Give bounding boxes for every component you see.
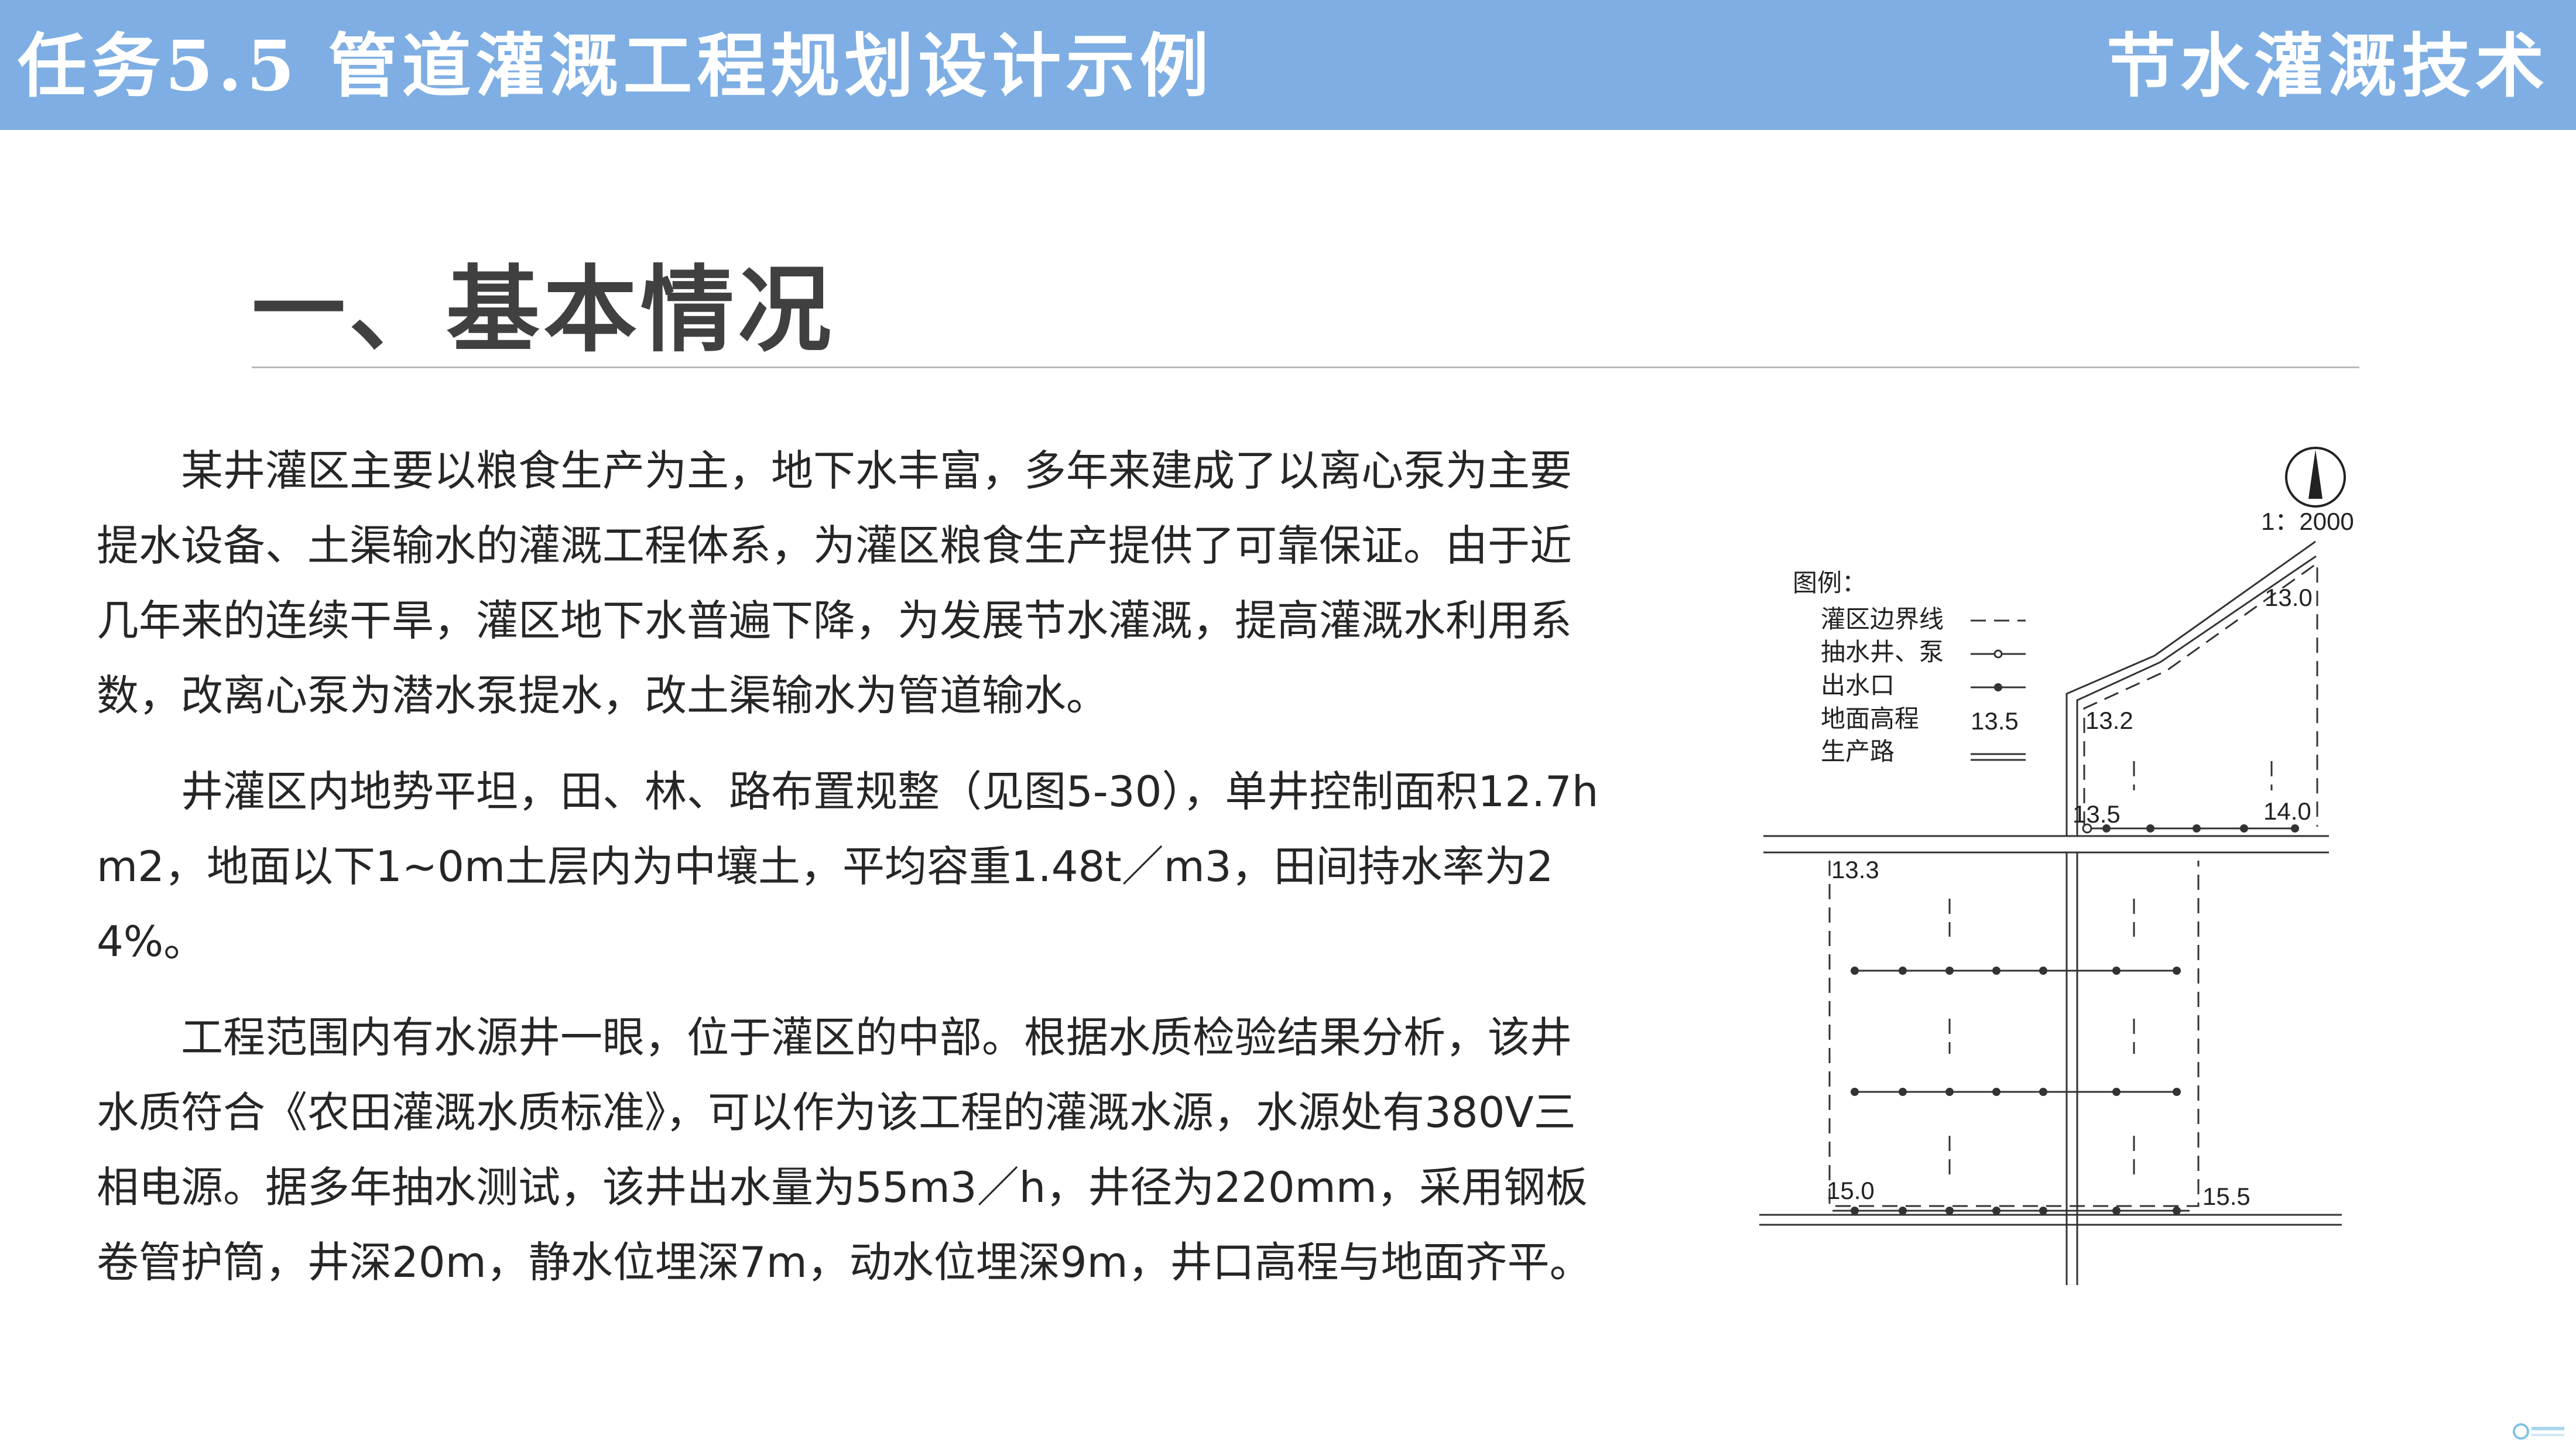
legend-well-symbol [1971,649,2026,659]
paragraph-3: 工程范围内有水源井一眼，位于灌区的中部。根据水质检验结果分析，该井水质符合《农田… [97,1013,1592,1287]
legend-title: 图例： [1793,568,1866,597]
legend-label-elevation: 地面高程 [1821,704,1919,733]
elevation-label: 15.5 [2202,1183,2250,1210]
legend-road-symbol [1971,753,2026,761]
legend-elevation-sample: 13.5 [1971,707,2019,735]
map-legend: 图例： 灌区边界线 抽水井、泵 出水口 地面高程 生产路 13.5 [1793,568,2026,766]
outlets [1851,824,2299,1215]
header-bar: 任务5.5 管道灌溉工程规划设计示例 节水灌溉技术 [0,0,2576,130]
elevation-label: 13.2 [2085,707,2133,734]
section-heading: 一、基本情况 [252,255,835,365]
paragraph-2: 井灌区内地势平坦，田、林、路布置规整（见图5-30），单井控制面积12.7hm2… [97,767,1599,966]
body-text: 某井灌区主要以粮食生产为主，地下水丰富，多年来建成了以离心泵为主要提水设备、土渠… [97,433,1607,1321]
pipelines [1832,827,2298,1212]
legend-label-well: 抽水井、泵 [1821,638,1944,666]
legend-label-boundary: 灌区边界线 [1821,605,1944,633]
heading-divider [252,366,2359,368]
map-scale: 1：2000 [2261,508,2354,535]
elevation-label: 14.0 [2263,797,2311,825]
elevation-label: 13.0 [2265,584,2313,611]
elevation-label: 15.0 [1827,1177,1875,1204]
course-title: 节水灌溉技术 [2106,25,2549,107]
elevation-label: 13.5 [2073,800,2121,828]
elevation-label: 13.3 [1831,856,1879,883]
slide-title: 任务5.5 管道灌溉工程规划设计示例 [18,25,1214,107]
legend-label-outlet: 出水口 [1821,671,1895,700]
watermark-logo [2513,1423,2564,1440]
irrigation-layout-map: 1：2000 图例： 灌区边界线 抽水井、泵 出水口 地面高程 生产路 13.5 [1759,447,2354,1285]
legend-outlet-symbol [1971,683,2026,691]
paragraph-1: 某井灌区主要以粮食生产为主，地下水丰富，多年来建成了以离心泵为主要提水设备、土渠… [97,446,1573,720]
north-arrow-icon [2285,447,2346,508]
legend-label-road: 生产路 [1821,737,1895,766]
